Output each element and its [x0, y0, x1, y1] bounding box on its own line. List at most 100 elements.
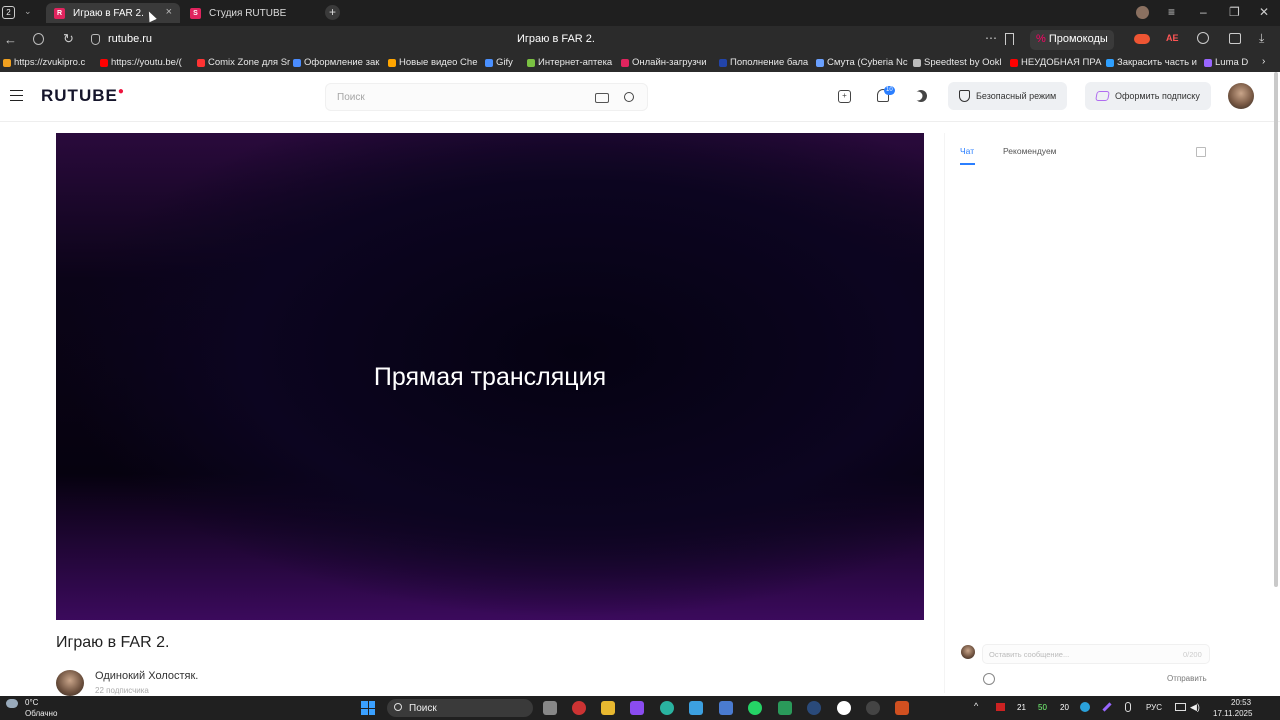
app-active-icon[interactable]	[895, 701, 909, 715]
steam-icon[interactable]	[807, 701, 821, 715]
extension-globe-icon[interactable]	[1197, 32, 1209, 44]
menu-icon[interactable]: ≡	[1168, 5, 1175, 19]
channel-avatar[interactable]	[56, 670, 84, 696]
bookmark-favicon-icon	[719, 58, 727, 67]
bookmark-item[interactable]: Интернет-аптека	[527, 57, 612, 68]
microphone-icon[interactable]	[1125, 702, 1131, 712]
reload-icon[interactable]: ↻	[63, 31, 74, 47]
taskbar-search[interactable]: Поиск	[387, 699, 533, 717]
minimize-icon[interactable]: –	[1200, 5, 1207, 19]
user-avatar[interactable]	[1228, 83, 1254, 109]
bookmark-item[interactable]: Speedtest by Ookl	[913, 57, 1002, 68]
chat-input-placeholder: Оставить сообщение...	[989, 650, 1070, 659]
safe-mode-button[interactable]: Безопасный режим	[948, 82, 1068, 110]
bookmark-favicon-icon	[1204, 58, 1212, 67]
obs-icon[interactable]	[866, 701, 880, 715]
tab-counter[interactable]: 2	[2, 6, 15, 19]
page: RUTUBE● Поиск + 10 Безопасный режим Офор…	[0, 72, 1280, 696]
tray-red-icon	[996, 703, 1005, 711]
rutube-logo[interactable]: RUTUBE●	[41, 86, 125, 106]
search-icon[interactable]	[624, 92, 634, 102]
new-tab-button[interactable]: +	[325, 5, 340, 20]
calculator-icon[interactable]	[719, 701, 733, 715]
chat-message-input[interactable]: Оставить сообщение... 0/200	[982, 644, 1210, 664]
site-info-icon[interactable]	[91, 34, 100, 45]
tab-underline	[960, 163, 975, 165]
url-text[interactable]: rutube.ru	[108, 33, 152, 45]
tray-pen-icon[interactable]	[1102, 702, 1112, 712]
subscribe-button[interactable]: Оформить подписку	[1085, 82, 1211, 110]
collections-icon[interactable]	[1229, 33, 1241, 44]
upload-icon[interactable]: +	[838, 90, 851, 103]
task-view-icon[interactable]	[543, 701, 557, 715]
bookmark-item[interactable]: Смута (Cyberia Nc	[816, 57, 908, 68]
back-icon[interactable]: ←	[4, 32, 17, 47]
bookmark-item[interactable]: Gify	[485, 57, 513, 68]
hamburger-menu-icon[interactable]	[10, 90, 23, 101]
page-title-center: Играю в FAR 2.	[517, 33, 595, 45]
send-button[interactable]: Отправить	[1167, 674, 1207, 683]
clock-date[interactable]: 17.11.2025	[1213, 709, 1252, 718]
bookmark-favicon-icon	[3, 58, 11, 67]
volume-icon[interactable]: ◀)	[1190, 702, 1200, 713]
bookmark-item[interactable]: Пополнение бала	[719, 57, 808, 68]
download-icon[interactable]	[778, 701, 792, 715]
tray-number: 21	[1017, 703, 1026, 712]
channel-name[interactable]: Одинокий Холостяк.	[95, 670, 198, 682]
app-video-icon[interactable]	[630, 701, 644, 715]
bookmark-item[interactable]: Новые видео Che	[388, 57, 477, 68]
tab-recommended[interactable]: Рекомендуем	[1003, 146, 1057, 156]
network-icon[interactable]	[1175, 703, 1186, 711]
page-scrollbar[interactable]	[1274, 72, 1278, 587]
tray-telegram-icon[interactable]	[1080, 702, 1090, 712]
weather-icon[interactable]	[6, 699, 18, 708]
popout-icon[interactable]	[1196, 147, 1206, 157]
address-bar: ← ↻ rutube.ru Играю в FAR 2. ⋯ % Промоко…	[0, 26, 1280, 54]
more-icon[interactable]: ⋯	[985, 31, 997, 45]
whatsapp-icon[interactable]	[748, 701, 762, 715]
emoji-icon[interactable]	[983, 673, 995, 685]
file-explorer-icon[interactable]	[601, 701, 615, 715]
tray-number: 50	[1038, 703, 1047, 712]
clock-time[interactable]: 20:53	[1231, 698, 1251, 707]
tab-active[interactable]: R Играю в FAR 2. ×	[46, 3, 180, 23]
tab-list-chevron-icon[interactable]: ⌄	[24, 6, 32, 17]
bookmark-item[interactable]: https://zvukipro.c	[3, 57, 85, 68]
shield-icon[interactable]	[33, 33, 44, 45]
bookmark-item[interactable]: Закрасить часть и	[1106, 57, 1197, 68]
chat-panel: Чат Рекомендуем Оставить сообщение... 0/…	[944, 133, 1220, 693]
bookmark-item[interactable]: https://youtu.be/(	[100, 57, 182, 68]
bookmarks-overflow-icon[interactable]: ›	[1262, 56, 1265, 67]
search-input[interactable]: Поиск	[325, 83, 648, 111]
tray-number: 20	[1060, 703, 1069, 712]
bookmark-favicon-icon	[913, 58, 921, 67]
close-tab-icon[interactable]: ×	[166, 6, 172, 18]
bookmark-item[interactable]: НЕУДОБНАЯ ПРА	[1010, 57, 1101, 68]
extension-cloud-icon[interactable]	[1134, 34, 1150, 44]
app-red-icon[interactable]	[572, 701, 586, 715]
bookmark-item[interactable]: Оформление зак	[293, 57, 379, 68]
video-player[interactable]: Прямая трансляция	[56, 133, 924, 620]
restore-icon[interactable]: ❐	[1229, 5, 1240, 19]
browser-tab-bar: 2 ⌄ R Играю в FAR 2. × S Студия RUTUBE +…	[0, 0, 1280, 26]
tab-chat[interactable]: Чат	[960, 146, 974, 156]
start-icon[interactable]	[361, 701, 375, 715]
theme-moon-icon[interactable]	[915, 90, 927, 102]
bookmark-item[interactable]: Comix Zone для Sr	[197, 57, 290, 68]
keyboard-icon[interactable]	[595, 93, 609, 103]
edge-icon[interactable]	[660, 701, 674, 715]
downloads-icon[interactable]: ⤓	[1259, 31, 1264, 46]
bookmark-item[interactable]: Онлайн-загрузчи	[621, 57, 707, 68]
bookmark-icon[interactable]	[1005, 33, 1014, 45]
promo-button[interactable]: % Промокоды	[1030, 30, 1114, 50]
bookmark-item[interactable]: Luma D	[1204, 57, 1248, 68]
notepad-icon[interactable]	[689, 701, 703, 715]
tray-expand-icon[interactable]: ^	[974, 701, 978, 711]
language-indicator[interactable]: РУС	[1146, 703, 1162, 712]
tab-studio[interactable]: S Студия RUTUBE	[182, 3, 318, 23]
bookmarks-bar: https://zvukipro.c https://youtu.be/( Co…	[0, 54, 1280, 72]
close-window-icon[interactable]: ✕	[1259, 5, 1269, 19]
profile-avatar[interactable]	[1136, 6, 1149, 19]
extension-ae-icon[interactable]: AE	[1166, 33, 1179, 43]
yandex-browser-icon[interactable]	[837, 701, 851, 715]
